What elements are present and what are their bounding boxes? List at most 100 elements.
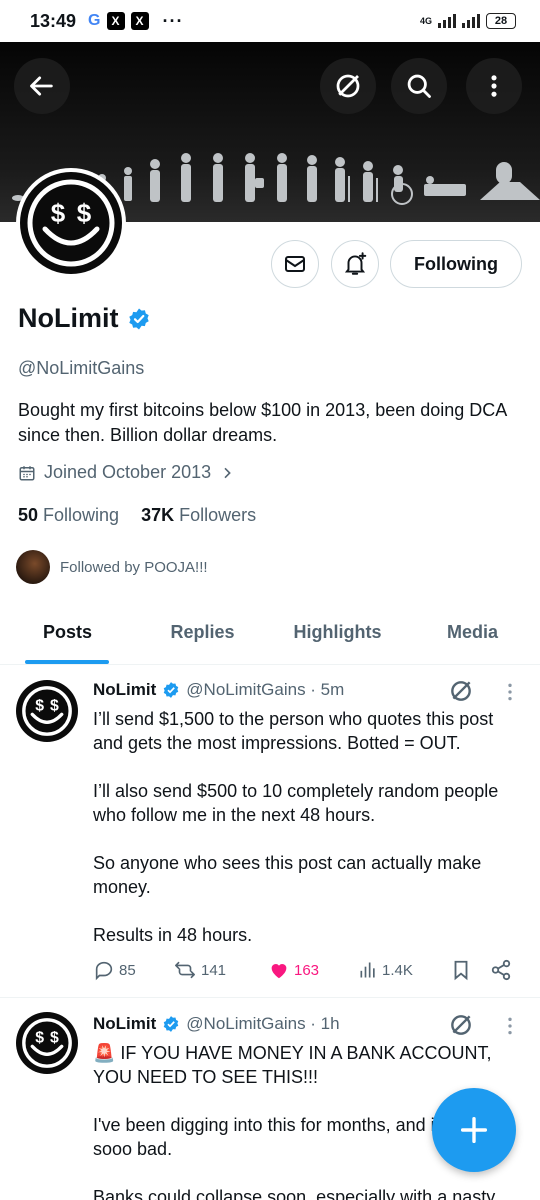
- follow-counts: 50 Following 37K Followers: [18, 505, 256, 526]
- notification-icons: G X X ···: [88, 11, 183, 32]
- post-paragraph: I’ll also send $500 to 10 completely ran…: [93, 781, 499, 825]
- profile-avatar[interactable]: $ $: [16, 168, 126, 278]
- views-chart-icon: [360, 962, 375, 978]
- profile-handle: @NoLimitGains: [18, 358, 145, 378]
- reply-icon: [95, 961, 113, 981]
- post-item[interactable]: $ $ NoLimit @NoLimitGains · 5m I’ll send…: [0, 666, 540, 998]
- post-author-name[interactable]: NoLimit: [93, 680, 156, 700]
- smiley-dollar-icon: $ $: [27, 179, 115, 267]
- more-options-button[interactable]: [466, 58, 522, 114]
- heart-filled-icon: [271, 964, 287, 979]
- post-paragraph: I’ll send $1,500 to the person who quote…: [93, 709, 494, 753]
- joined-label: Joined October 2013: [44, 462, 212, 482]
- x-app-icon: X: [130, 12, 149, 30]
- system-icons: 4G 28: [420, 13, 516, 29]
- x-app-icon: X: [106, 12, 125, 30]
- like-count: 163: [294, 961, 320, 979]
- profile-name-row: NoLimit: [18, 303, 151, 334]
- profile-bio: Bought my first bitcoins below $100 in 2…: [18, 400, 507, 445]
- more-notifications-icon: ···: [162, 10, 184, 31]
- post-avatar[interactable]: $ $: [16, 680, 78, 742]
- post-text: I’ll send $1,500 to the person who quote…: [93, 707, 523, 971]
- grok-icon: [336, 74, 360, 98]
- network-type: 4G: [419, 15, 432, 26]
- battery-icon: 28: [486, 13, 516, 29]
- following-button[interactable]: Following: [390, 240, 522, 288]
- back-button[interactable]: [14, 58, 70, 114]
- followers-count-link[interactable]: 37K Followers: [141, 505, 256, 526]
- search-button[interactable]: [391, 58, 447, 114]
- message-button[interactable]: [271, 240, 319, 288]
- svg-text:$: $: [35, 1029, 44, 1046]
- tab-media[interactable]: Media: [405, 600, 540, 664]
- verified-badge-icon[interactable]: [127, 307, 151, 331]
- grok-button[interactable]: [320, 58, 376, 114]
- profile-tabs: Posts Replies Highlights Media: [0, 600, 540, 665]
- followed-by-text: Followed by POOJA!!!: [60, 558, 208, 576]
- repost-icon: [175, 961, 195, 979]
- post-paragraph: Results in 48 hours.: [93, 925, 253, 945]
- following-count: 50: [18, 505, 39, 525]
- more-vertical-icon: [491, 75, 497, 97]
- envelope-icon: [285, 256, 305, 272]
- joined-date[interactable]: Joined October 2013: [18, 462, 235, 483]
- views-count: 1.4K: [382, 961, 413, 979]
- calendar-icon: [19, 465, 35, 480]
- smiley-dollar-icon: $ $: [22, 1018, 72, 1068]
- smiley-dollar-logo: $ $: [20, 172, 122, 274]
- repost-button[interactable]: 141: [173, 959, 268, 981]
- svg-text:$: $: [35, 697, 44, 714]
- post-more-icon[interactable]: [500, 1016, 520, 1036]
- verified-badge-icon: [164, 1016, 179, 1032]
- tab-posts[interactable]: Posts: [0, 600, 135, 664]
- like-button[interactable]: 163: [268, 959, 358, 981]
- views-button[interactable]: 1.4K: [358, 960, 450, 980]
- share-button[interactable]: [490, 959, 512, 981]
- bookmark-icon: [454, 960, 468, 981]
- bell-plus-icon: [344, 252, 367, 275]
- share-icon: [491, 959, 511, 981]
- plus-icon: [460, 1116, 488, 1144]
- chevron-right-icon: [224, 467, 231, 478]
- notifications-button[interactable]: [331, 240, 379, 288]
- svg-text:$: $: [50, 1029, 59, 1046]
- compose-post-button[interactable]: [432, 1088, 516, 1172]
- grok-icon[interactable]: [448, 1012, 474, 1038]
- signal-icon: [438, 14, 456, 28]
- followers-count: 37K: [141, 505, 175, 525]
- following-label: Following: [43, 505, 120, 525]
- grok-icon[interactable]: [448, 678, 474, 704]
- bookmark-button[interactable]: [450, 959, 490, 981]
- svg-text:$: $: [51, 198, 66, 228]
- post-header: NoLimit @NoLimitGains · 5m: [93, 680, 344, 700]
- post-paragraph: Banks could collapse soon, especially wi…: [93, 1187, 496, 1200]
- verified-badge-icon: [164, 682, 179, 698]
- post-paragraph: So anyone who sees this post can actuall…: [93, 853, 482, 897]
- post-handle-time: @NoLimitGains · 5m: [186, 680, 345, 699]
- tab-replies[interactable]: Replies: [135, 600, 270, 664]
- following-count-link[interactable]: 50 Following: [18, 505, 119, 526]
- svg-text:$: $: [77, 198, 92, 228]
- post-avatar[interactable]: $ $: [16, 1012, 78, 1074]
- status-bar: 13:49 G X X ··· 4G 28: [0, 0, 540, 42]
- followers-label: Followers: [179, 505, 257, 525]
- post-author-name[interactable]: NoLimit: [93, 1014, 156, 1034]
- back-arrow-icon: [30, 76, 53, 96]
- svg-text:$: $: [50, 697, 59, 714]
- google-icon: G: [88, 12, 101, 29]
- post-more-icon[interactable]: [500, 682, 520, 702]
- tab-highlights[interactable]: Highlights: [270, 600, 405, 664]
- follower-avatar: [16, 550, 50, 584]
- smiley-dollar-icon: $ $: [22, 686, 72, 736]
- reply-button[interactable]: 85: [93, 959, 173, 981]
- repost-count: 141: [201, 961, 227, 979]
- status-time: 13:49: [30, 10, 77, 31]
- followed-by-row[interactable]: Followed by POOJA!!!: [16, 550, 208, 584]
- post-paragraph: 🚨 IF YOU HAVE MONEY IN A BANK ACCOUNT, Y…: [93, 1043, 492, 1087]
- reply-count: 85: [119, 961, 136, 979]
- post-actions: 85 141 163 1.4K: [93, 959, 523, 981]
- search-icon: [407, 74, 431, 98]
- post-handle-time: @NoLimitGains · 1h: [186, 1014, 340, 1033]
- signal-icon: [462, 14, 480, 28]
- profile-name: NoLimit: [18, 303, 119, 333]
